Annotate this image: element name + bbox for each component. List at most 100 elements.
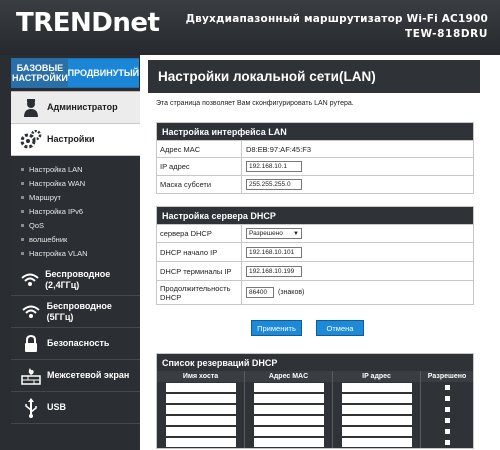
enabled-checkbox[interactable] bbox=[444, 385, 450, 390]
admin-user-icon bbox=[17, 96, 45, 120]
dhcp-panel-title: Настройка сервера DHCP bbox=[157, 207, 473, 224]
hostname-input[interactable] bbox=[165, 405, 236, 414]
table-row bbox=[157, 404, 473, 415]
submenu-route[interactable]: Маршрут bbox=[11, 190, 140, 204]
page-title: Настройки локальной сети(LAN) bbox=[148, 60, 480, 93]
apply-button[interactable]: Применить bbox=[251, 320, 302, 336]
sidebar-item-security[interactable]: Безопасность bbox=[11, 328, 140, 360]
bullet-icon bbox=[21, 181, 24, 185]
mac-label: Адрес MAC bbox=[157, 141, 242, 157]
ip-label: IP адрес bbox=[157, 158, 242, 175]
page-description: Эта страница позволяет Вам сконфигуриров… bbox=[156, 100, 354, 107]
bullet-icon bbox=[21, 251, 24, 255]
dhcp-lease-input[interactable] bbox=[246, 287, 274, 298]
mask-label: Маска субсети bbox=[157, 176, 242, 193]
dhcp-start-row: DHCP начало IP bbox=[157, 242, 473, 261]
submenu-wizard[interactable]: волшебник bbox=[11, 232, 140, 246]
table-row bbox=[157, 426, 473, 437]
bullet-icon bbox=[21, 223, 24, 227]
lock-icon bbox=[17, 332, 45, 356]
ip-input[interactable] bbox=[341, 416, 412, 425]
hostname-input[interactable] bbox=[165, 394, 236, 403]
mac-input[interactable] bbox=[253, 383, 324, 392]
submenu-wan[interactable]: Настройка WAN bbox=[11, 176, 140, 190]
dhcp-end-label: DHCP терминалы IP bbox=[157, 262, 242, 280]
mac-input[interactable] bbox=[253, 405, 324, 414]
dhcp-lease-row: Продолжительность DHCP (знаков) bbox=[157, 280, 473, 304]
sidebar-item-wireless-24[interactable]: Беспроводное (2,4ГГц) bbox=[11, 264, 140, 296]
hostname-input[interactable] bbox=[165, 416, 236, 425]
mac-input[interactable] bbox=[253, 427, 324, 436]
trendnet-logo[interactable]: TRENDnet bbox=[16, 8, 160, 38]
submenu-lan[interactable]: Настройка LAN bbox=[11, 162, 140, 176]
col-mac: Адрес MAC bbox=[245, 371, 333, 382]
enabled-checkbox[interactable] bbox=[444, 440, 450, 445]
mac-input[interactable] bbox=[253, 394, 324, 403]
dhcp-end-input[interactable] bbox=[246, 265, 302, 277]
ip-address-input[interactable] bbox=[246, 161, 302, 172]
subnet-mask-input[interactable] bbox=[246, 179, 302, 190]
wifi-icon bbox=[17, 268, 43, 292]
mask-row: Маска субсети bbox=[157, 175, 473, 193]
mac-row: Адрес MAC D8:EB:97:AF:45:F3 bbox=[157, 140, 473, 157]
table-row bbox=[157, 393, 473, 404]
tab-basic-settings[interactable]: БАЗОВЫЕ НАСТРОЙКИ bbox=[12, 59, 68, 87]
main-content: Настройки локальной сети(LAN) Эта страни… bbox=[140, 55, 500, 450]
mac-value: D8:EB:97:AF:45:F3 bbox=[246, 144, 312, 154]
col-hostname: Имя хоста bbox=[157, 371, 245, 382]
dhcp-reservation-table: Список резерваций DHCP Имя хоста Адрес M… bbox=[156, 353, 474, 449]
dhcp-server-panel: Настройка сервера DHCP сервера DHCP Разр… bbox=[156, 206, 474, 305]
sidebar: БАЗОВЫЕ НАСТРОЙКИ ПРОДВИНУТЫЙ Администра… bbox=[0, 55, 140, 450]
ip-input[interactable] bbox=[341, 383, 412, 392]
firewall-icon bbox=[17, 364, 45, 388]
sidebar-item-firewall[interactable]: Межсетевой экран bbox=[11, 360, 140, 392]
ip-input[interactable] bbox=[341, 405, 412, 414]
dhcp-start-input[interactable] bbox=[246, 246, 302, 258]
enabled-checkbox[interactable] bbox=[444, 396, 450, 401]
reservation-title: Список резерваций DHCP bbox=[157, 354, 473, 371]
tab-advanced[interactable]: ПРОДВИНУТЫЙ bbox=[68, 59, 139, 87]
hostname-input[interactable] bbox=[165, 383, 236, 392]
submenu-qos[interactable]: QoS bbox=[11, 218, 140, 232]
lease-unit: (знаков) bbox=[278, 289, 305, 296]
table-row bbox=[157, 382, 473, 393]
dhcp-server-label: сервера DHCP bbox=[157, 225, 242, 242]
submenu-ipv6[interactable]: Настройка IPv6 bbox=[11, 204, 140, 218]
enabled-checkbox[interactable] bbox=[444, 418, 450, 423]
sidebar-menu: Администратор Настройки Настройка LAN На… bbox=[11, 91, 140, 424]
hostname-input[interactable] bbox=[165, 427, 236, 436]
chevron-down-icon: ▼ bbox=[293, 230, 299, 237]
mode-tabs: БАЗОВЫЕ НАСТРОЙКИ ПРОДВИНУТЫЙ bbox=[11, 58, 139, 88]
ip-input[interactable] bbox=[341, 427, 412, 436]
gears-icon bbox=[17, 128, 45, 152]
cancel-button[interactable]: Отмена bbox=[316, 320, 364, 336]
bullet-icon bbox=[21, 195, 24, 199]
dhcp-server-row: сервера DHCP Разрешено ▼ bbox=[157, 224, 473, 242]
reservation-header-row: Имя хоста Адрес MAC IP адрес Разрешено bbox=[157, 371, 473, 382]
ip-input[interactable] bbox=[341, 438, 412, 447]
enabled-checkbox[interactable] bbox=[444, 429, 450, 434]
ip-row: IP адрес bbox=[157, 157, 473, 175]
wifi-icon bbox=[17, 300, 45, 324]
submenu-vlan[interactable]: Настройка VLAN bbox=[11, 246, 140, 260]
mac-input[interactable] bbox=[253, 438, 324, 447]
product-title: Двухдиапазонный маршрутизатор Wi-Fi AC19… bbox=[185, 13, 488, 25]
sidebar-item-wireless-5[interactable]: Беспроводное (5ГГц) bbox=[11, 296, 140, 328]
mac-input[interactable] bbox=[253, 416, 324, 425]
settings-submenu: Настройка LAN Настройка WAN Маршрут Наст… bbox=[11, 156, 140, 264]
header: TRENDnet Двухдиапазонный маршрутизатор W… bbox=[0, 0, 500, 55]
sidebar-item-settings[interactable]: Настройки bbox=[11, 124, 140, 156]
col-ip: IP адрес bbox=[333, 371, 421, 382]
sidebar-item-usb[interactable]: USB bbox=[11, 392, 140, 424]
lan-interface-panel: Настройка интерфейса LAN Адрес MAC D8:EB… bbox=[156, 122, 474, 194]
hostname-input[interactable] bbox=[165, 438, 236, 447]
ip-input[interactable] bbox=[341, 394, 412, 403]
bullet-icon bbox=[21, 167, 24, 171]
enabled-checkbox[interactable] bbox=[444, 407, 450, 412]
product-model: TEW-818DRU bbox=[404, 28, 488, 40]
table-row bbox=[157, 437, 473, 448]
usb-icon bbox=[17, 396, 45, 420]
dhcp-server-select[interactable]: Разрешено ▼ bbox=[246, 228, 302, 239]
bullet-icon bbox=[21, 237, 24, 241]
sidebar-item-admin[interactable]: Администратор bbox=[11, 92, 140, 124]
